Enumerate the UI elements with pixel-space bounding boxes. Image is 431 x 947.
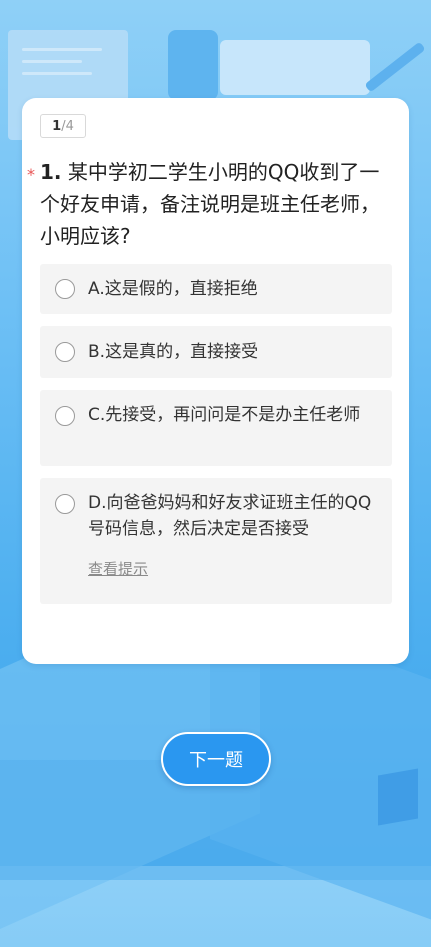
option-d-label: D.向爸爸妈妈和好友求证班主任的QQ号码信息，然后决定是否接受 bbox=[88, 493, 372, 539]
question-number: 1. bbox=[40, 160, 62, 184]
background-paper-illustration bbox=[220, 40, 370, 95]
background-pen-illustration bbox=[364, 41, 426, 93]
radio-circle-icon[interactable] bbox=[55, 342, 75, 362]
background-block-illustration bbox=[168, 30, 218, 100]
required-mark: * bbox=[27, 165, 35, 184]
option-c-label: C.先接受，再问问是不是办主任老师 bbox=[88, 405, 361, 425]
question-card: 1/4 * 1. 某中学初二学生小明的QQ收到了一个好友申请，备注说明是班主任老… bbox=[22, 98, 409, 664]
radio-circle-icon[interactable] bbox=[55, 279, 75, 299]
progress-badge: 1/4 bbox=[40, 114, 86, 138]
next-question-button[interactable]: 下一题 bbox=[161, 732, 271, 786]
question-body: 某中学初二学生小明的QQ收到了一个好友申请，备注说明是班主任老师，小明应该? bbox=[40, 160, 380, 248]
radio-circle-icon[interactable] bbox=[55, 406, 75, 426]
view-hint-link[interactable]: 查看提示 bbox=[88, 558, 148, 579]
question-text: 1. 某中学初二学生小明的QQ收到了一个好友申请，备注说明是班主任老师，小明应该… bbox=[40, 156, 390, 252]
progress-current: 1 bbox=[52, 118, 62, 134]
radio-circle-icon[interactable] bbox=[55, 494, 75, 514]
option-b[interactable]: B.这是真的，直接接受 bbox=[40, 326, 392, 378]
progress-total: /4 bbox=[61, 118, 74, 134]
option-d[interactable]: D.向爸爸妈妈和好友求证班主任的QQ号码信息，然后决定是否接受 查看提示 bbox=[40, 478, 392, 604]
option-a-label: A.这是假的，直接拒绝 bbox=[88, 279, 258, 299]
option-b-label: B.这是真的，直接接受 bbox=[88, 342, 259, 362]
background-flag-illustration bbox=[378, 768, 418, 826]
option-a[interactable]: A.这是假的，直接拒绝 bbox=[40, 264, 392, 314]
option-c[interactable]: C.先接受，再问问是不是办主任老师 bbox=[40, 390, 392, 466]
